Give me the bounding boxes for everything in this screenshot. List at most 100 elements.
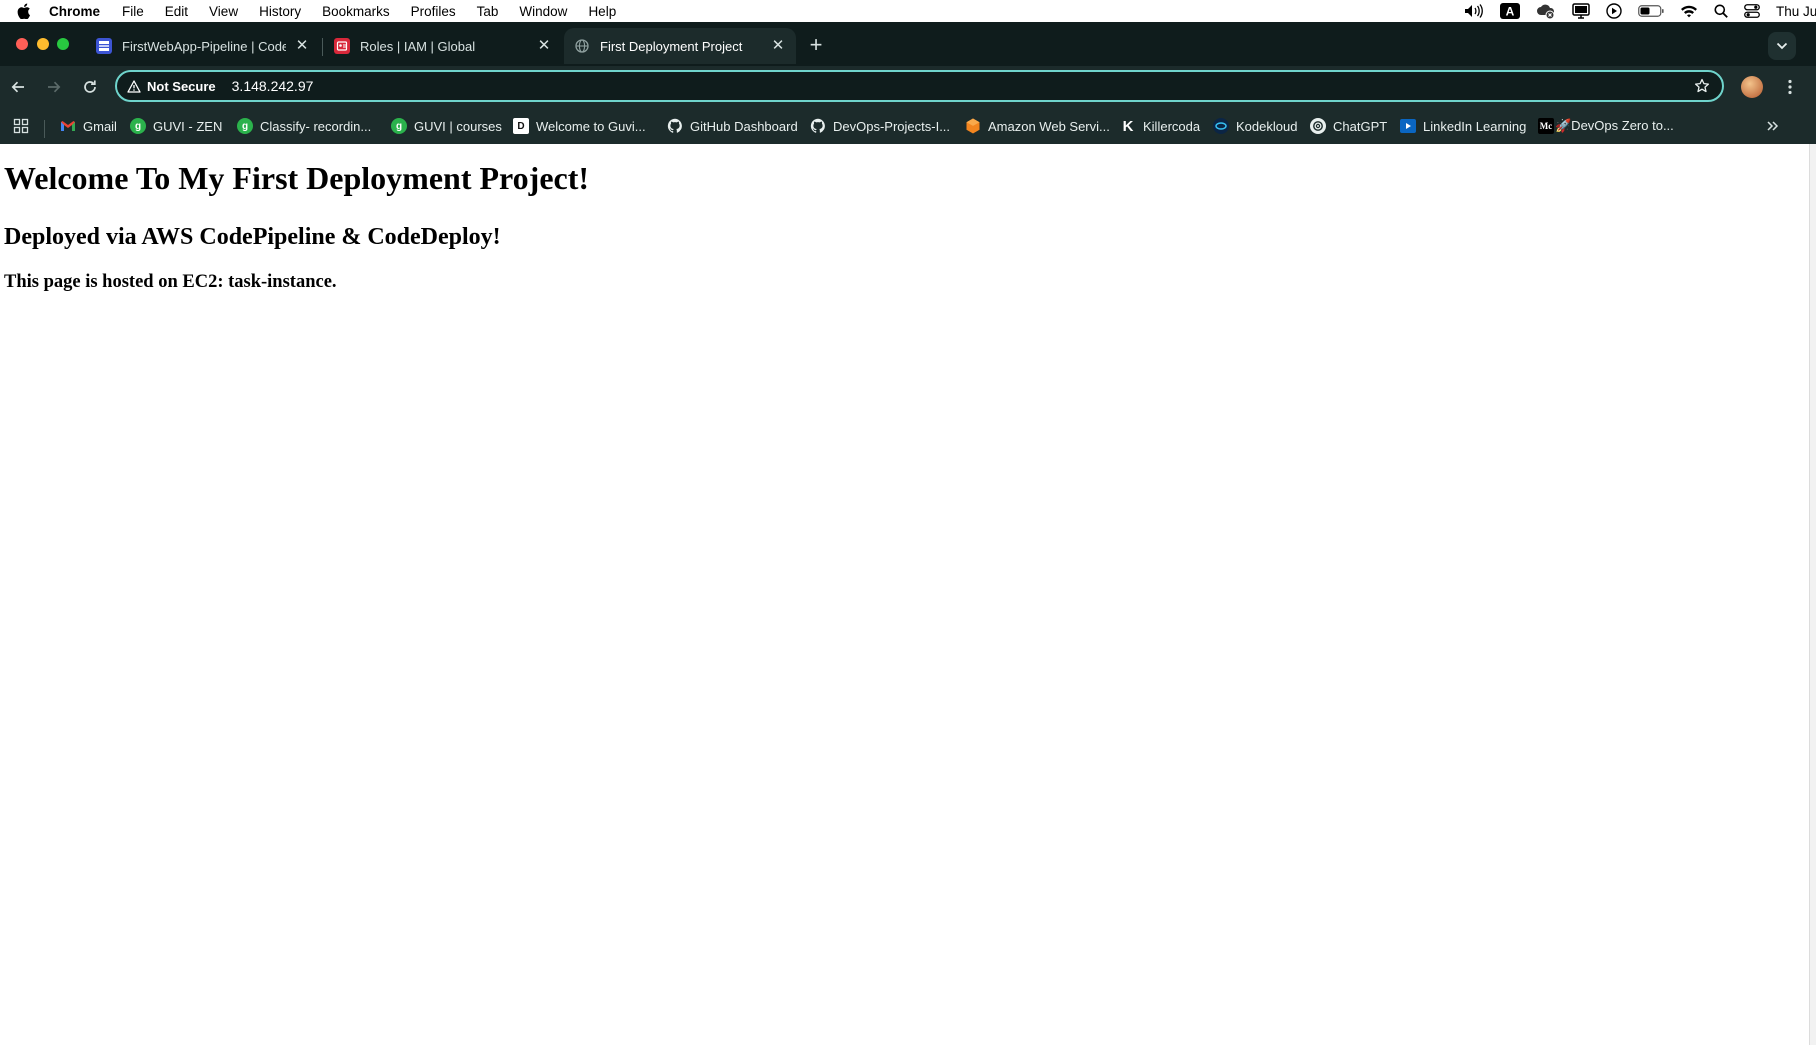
hosted-on-text: This page is hosted on EC2: task-instanc… (4, 272, 337, 292)
tab-first-deployment-project[interactable]: First Deployment Project ✕ (564, 28, 796, 64)
bookmark-killercoda[interactable]: K Killercoda (1120, 116, 1201, 136)
menu-bookmarks[interactable]: Bookmarks (322, 4, 390, 19)
codepipeline-icon (96, 38, 112, 54)
battery-icon[interactable] (1638, 5, 1664, 17)
reload-button[interactable] (78, 75, 102, 99)
svg-text:A: A (1506, 5, 1515, 19)
bookmarks-bar: Gmail g GUVI - ZEN g Classify- recordin.… (0, 108, 1816, 144)
zoom-window-button[interactable] (57, 38, 69, 50)
profile-avatar[interactable] (1741, 76, 1763, 98)
chatgpt-icon (1310, 118, 1326, 134)
menu-history[interactable]: History (259, 4, 301, 19)
bookmark-kodekloud[interactable]: Kodekloud (1213, 116, 1297, 136)
minimize-window-button[interactable] (37, 38, 49, 50)
bookmark-label: Gmail (83, 118, 117, 134)
url-text[interactable]: 3.148.242.97 (232, 78, 314, 94)
tab-codepipeline[interactable]: FirstWebApp-Pipeline | CodePipeline ✕ (80, 28, 320, 64)
github-icon (667, 118, 683, 134)
killercoda-icon: K (1122, 117, 1134, 135)
tab-divider (322, 38, 323, 56)
tab-strip: FirstWebApp-Pipeline | CodePipeline ✕ Ro… (0, 22, 1816, 66)
bookmark-guvi-courses[interactable]: g GUVI | courses (391, 116, 502, 136)
menubar-clock[interactable]: Thu Jun (1776, 4, 1816, 19)
forward-button[interactable] (42, 75, 66, 99)
bookmark-classify-recording[interactable]: g Classify- recordin... (237, 116, 371, 136)
wifi-icon[interactable] (1680, 4, 1698, 18)
bookmark-label: DevOps-Projects-I... (833, 118, 951, 134)
spotlight-search-icon[interactable] (1714, 4, 1728, 18)
menu-app-chrome[interactable]: Chrome (49, 4, 100, 19)
window-edge (1809, 144, 1816, 1045)
gmail-icon (60, 118, 76, 134)
control-center-icon[interactable] (1744, 4, 1760, 18)
menu-view[interactable]: View (209, 4, 238, 19)
menu-help[interactable]: Help (588, 4, 616, 19)
new-tab-button[interactable]: + (804, 34, 828, 58)
chrome-menu-button[interactable] (1780, 75, 1800, 99)
creative-cloud-icon[interactable] (1536, 3, 1556, 19)
guvi-icon: g (237, 118, 253, 134)
bookmark-chatgpt[interactable]: ChatGPT (1310, 116, 1387, 136)
close-tab-icon[interactable]: ✕ (294, 38, 310, 54)
play-circle-icon[interactable] (1606, 3, 1622, 19)
reload-icon (84, 80, 96, 93)
not-secure-warning-icon[interactable] (127, 79, 141, 93)
bookmark-label: Welcome to Guvi... (536, 118, 646, 134)
bookmark-devops-projects[interactable]: DevOps-Projects-I... (810, 116, 950, 136)
chevron-down-icon (1776, 42, 1788, 50)
tab-title: FirstWebApp-Pipeline | CodePipeline (122, 38, 286, 54)
back-button[interactable] (6, 75, 30, 99)
tab-title: Roles | IAM | Global (360, 38, 476, 54)
menu-window[interactable]: Window (519, 4, 567, 19)
guvi-icon: g (391, 118, 407, 134)
display-icon[interactable] (1572, 3, 1590, 19)
page-heading: Welcome To My First Deployment Project! (4, 160, 590, 196)
github-icon (810, 118, 826, 134)
tab-title: First Deployment Project (600, 38, 743, 54)
bookmark-guvi-zen[interactable]: g GUVI - ZEN (130, 116, 222, 136)
linkedin-learning-icon (1400, 118, 1416, 134)
bookmark-amazon-web-services[interactable]: Amazon Web Servi... (965, 116, 1110, 136)
bookmark-devops-zero-to[interactable]: Mc 🚀DevOps Zero to... (1538, 116, 1674, 136)
globe-icon (574, 38, 590, 54)
security-status-label[interactable]: Not Secure (147, 79, 216, 94)
bookmark-star-icon[interactable] (1694, 78, 1710, 99)
menu-file[interactable]: File (122, 4, 144, 19)
bookmark-label: Classify- recordin... (260, 118, 372, 134)
medium-icon: Mc (1538, 118, 1554, 134)
menu-tab[interactable]: Tab (477, 4, 499, 19)
bookmark-gmail[interactable]: Gmail (60, 116, 117, 136)
more-bookmarks-button[interactable] (1766, 116, 1780, 136)
menu-profiles[interactable]: Profiles (411, 4, 456, 19)
apps-grid-icon (13, 118, 29, 134)
more-vertical-icon (1788, 79, 1792, 95)
browser-toolbar: Not Secure 3.148.242.97 (0, 66, 1816, 108)
bookmark-label: LinkedIn Learning (1423, 118, 1527, 134)
bookmark-welcome-to-guvi[interactable]: D Welcome to Guvi... (513, 116, 646, 136)
arrow-right-icon (48, 81, 61, 93)
guvi-icon: g (130, 118, 146, 134)
close-window-button[interactable] (16, 38, 28, 50)
double-chevron-right-icon (1767, 121, 1779, 131)
d-icon: D (513, 118, 529, 134)
bookmark-label: ChatGPT (1333, 118, 1388, 134)
apps-grid-button[interactable] (13, 116, 29, 136)
arrow-left-icon (11, 81, 24, 93)
close-tab-icon[interactable]: ✕ (536, 38, 552, 54)
bookmark-github-dashboard[interactable]: GitHub Dashboard (667, 116, 798, 136)
bookmark-label: GitHub Dashboard (690, 118, 798, 134)
tab-iam-roles[interactable]: Roles | IAM | Global ✕ (324, 28, 562, 64)
aws-icon (965, 118, 981, 134)
bookmark-linkedin-learning[interactable]: LinkedIn Learning (1400, 116, 1526, 136)
address-bar[interactable]: Not Secure 3.148.242.97 (115, 70, 1724, 102)
menu-edit[interactable]: Edit (165, 4, 188, 19)
status-menus: A Thu Jun (1464, 0, 1816, 22)
bookmark-label: Amazon Web Servi... (988, 118, 1110, 134)
bookmark-label: Kodekloud (1236, 118, 1298, 134)
apple-icon[interactable] (15, 0, 33, 22)
keyboard-input-icon[interactable]: A (1500, 3, 1520, 19)
tab-search-button[interactable] (1768, 32, 1796, 60)
volume-icon[interactable] (1464, 4, 1484, 18)
iam-icon (334, 38, 350, 54)
close-tab-icon[interactable]: ✕ (770, 38, 786, 54)
